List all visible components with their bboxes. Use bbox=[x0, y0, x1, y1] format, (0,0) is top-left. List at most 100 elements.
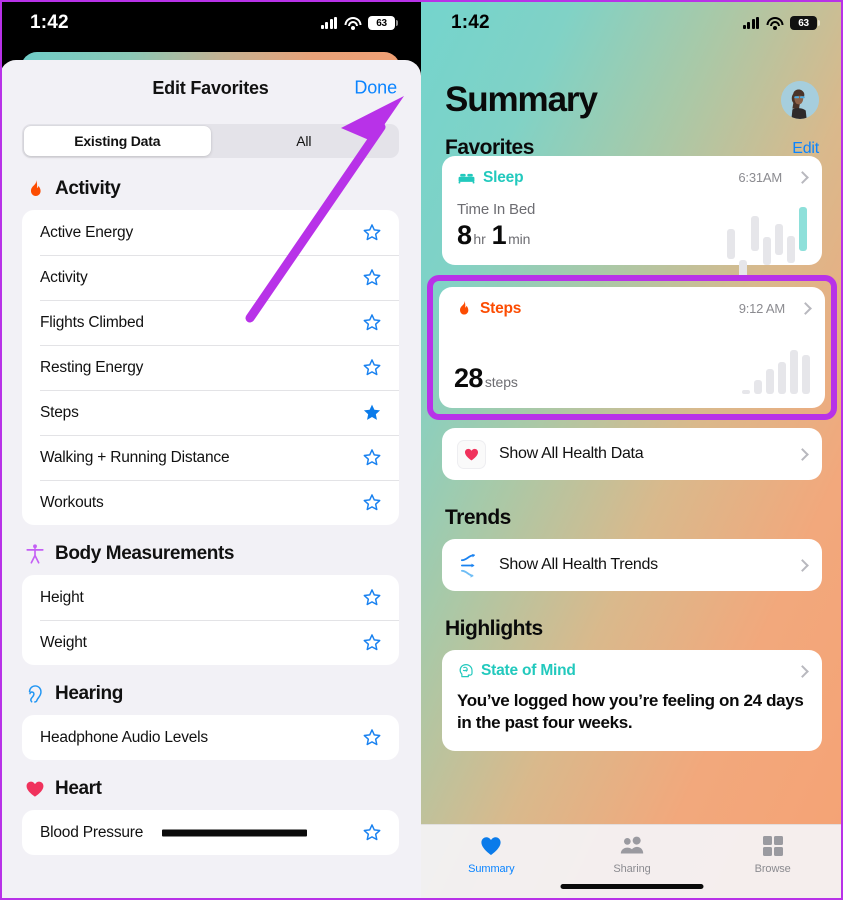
summary-scroll-area[interactable]: Sleep 6:31AM Time In Bed 8 hr 1 min Step… bbox=[421, 156, 843, 900]
battery-icon: 63 bbox=[368, 16, 398, 30]
category-title: Activity bbox=[55, 178, 121, 199]
data-row[interactable]: Height bbox=[22, 575, 399, 620]
star-outline-icon[interactable] bbox=[361, 222, 383, 244]
star-outline-icon[interactable] bbox=[361, 312, 383, 334]
favorite-card-steps[interactable]: Steps 9:12 AM 28 steps bbox=[439, 287, 825, 408]
battery-level: 63 bbox=[798, 17, 809, 29]
star-outline-icon[interactable] bbox=[361, 357, 383, 379]
steps-card-header: Steps 9:12 AM bbox=[454, 299, 812, 318]
ear-icon bbox=[28, 685, 42, 703]
battery-level: 63 bbox=[376, 17, 387, 29]
edit-favorites-sheet: Edit Favorites Done Existing Data All Ac… bbox=[0, 60, 421, 900]
show-all-health-data-row[interactable]: Show All Health Data bbox=[442, 428, 822, 480]
chart-bar bbox=[754, 380, 762, 394]
left-status-bar: 1:42 63 bbox=[0, 0, 421, 46]
heart-icon bbox=[26, 781, 44, 797]
chart-bar bbox=[727, 229, 735, 259]
data-row[interactable]: Resting Energy bbox=[22, 345, 399, 390]
segment-existing-data[interactable]: Existing Data bbox=[24, 126, 211, 156]
sleep-metric-label: Time In Bed bbox=[457, 201, 536, 218]
steps-card-title: Steps bbox=[480, 299, 522, 317]
segmented-control[interactable]: Existing Data All bbox=[22, 124, 399, 158]
tab-bar: Summary Sharing Browse bbox=[421, 824, 843, 900]
sheet-nav-bar: Edit Favorites Done bbox=[0, 60, 421, 116]
status-indicators: 63 bbox=[742, 16, 820, 30]
tab-summary[interactable]: Summary bbox=[421, 834, 562, 900]
tab-summary-label: Summary bbox=[468, 863, 515, 875]
brain-head-icon bbox=[459, 664, 473, 678]
chart-bar bbox=[763, 237, 771, 265]
data-row[interactable]: Headphone Audio Levels bbox=[22, 715, 399, 760]
flame-icon bbox=[30, 180, 41, 196]
status-time: 1:42 bbox=[30, 12, 69, 33]
highlight-card-state-of-mind[interactable]: State of Mind You’ve logged how you’re f… bbox=[442, 650, 822, 751]
category-header-hearing: Hearing bbox=[22, 665, 399, 715]
show-all-health-data-label: Show All Health Data bbox=[499, 445, 644, 462]
star-outline-icon[interactable] bbox=[361, 447, 383, 469]
data-row[interactable]: Walking + Running Distance bbox=[22, 435, 399, 480]
data-row[interactable]: Blood Pressure bbox=[22, 810, 399, 855]
favorite-card-sleep[interactable]: Sleep 6:31AM Time In Bed 8 hr 1 min bbox=[442, 156, 822, 279]
star-outline-icon[interactable] bbox=[361, 267, 383, 289]
sleep-minutes-unit: min bbox=[508, 231, 531, 247]
data-row-label: Walking + Running Distance bbox=[40, 448, 230, 466]
tab-browse-label: Browse bbox=[754, 863, 791, 875]
chart-bar bbox=[751, 216, 759, 251]
done-button[interactable]: Done bbox=[354, 78, 397, 99]
star-outline-icon[interactable] bbox=[361, 822, 383, 844]
body-figure-icon bbox=[26, 544, 44, 564]
people-icon bbox=[620, 836, 644, 854]
star-outline-icon[interactable] bbox=[361, 587, 383, 609]
bed-icon bbox=[458, 173, 475, 184]
show-all-health-trends-row[interactable]: Show All Health Trends bbox=[442, 539, 822, 591]
data-row[interactable]: Workouts bbox=[22, 480, 399, 525]
segment-all[interactable]: All bbox=[211, 126, 398, 156]
chevron-right-icon bbox=[799, 302, 812, 315]
category-header-activity: Activity bbox=[22, 160, 399, 210]
right-status-bar: 1:42 63 bbox=[421, 0, 843, 46]
category-title: Body Measurements bbox=[55, 543, 235, 564]
sleep-card-title: Sleep bbox=[483, 168, 524, 186]
sleep-value: 8 hr 1 min bbox=[457, 220, 727, 251]
sleep-hours-unit: hr bbox=[473, 231, 486, 247]
data-row[interactable]: Active Energy bbox=[22, 210, 399, 255]
cellular-signal-icon bbox=[320, 17, 337, 29]
data-row[interactable]: Activity bbox=[22, 255, 399, 300]
section-title-highlights: Highlights bbox=[445, 617, 543, 640]
avatar[interactable] bbox=[781, 81, 819, 119]
tab-browse[interactable]: Browse bbox=[702, 834, 843, 900]
grid-icon bbox=[762, 836, 783, 856]
data-row-label: Weight bbox=[40, 633, 87, 651]
star-outline-icon[interactable] bbox=[361, 727, 383, 749]
star-outline-icon[interactable] bbox=[361, 632, 383, 654]
sleep-card-body: Time In Bed 8 hr 1 min bbox=[457, 201, 807, 279]
sleep-card-header: Sleep 6:31AM bbox=[457, 168, 809, 187]
data-row[interactable]: Weight bbox=[22, 620, 399, 665]
categories-scroll-area[interactable]: Activity Active Energy Activity Flights … bbox=[0, 160, 421, 900]
home-indicator bbox=[560, 884, 704, 889]
chevron-right-icon bbox=[796, 664, 809, 678]
star-filled-icon[interactable] bbox=[361, 402, 383, 424]
show-all-health-trends-label: Show All Health Trends bbox=[499, 556, 658, 573]
wifi-icon bbox=[766, 16, 783, 30]
sleep-mini-chart bbox=[727, 203, 807, 279]
wifi-icon bbox=[344, 16, 361, 30]
steps-highlight-annotation: Steps 9:12 AM 28 steps bbox=[427, 275, 837, 420]
right-phone-screen: 1:42 63 Summary Favorites Edit Sleep 6:3… bbox=[421, 0, 843, 900]
data-row-label: Steps bbox=[40, 403, 79, 421]
category-title: Hearing bbox=[55, 683, 123, 704]
data-row[interactable]: Steps bbox=[22, 390, 399, 435]
tab-sharing-label: Sharing bbox=[613, 863, 651, 875]
category-list-activity: Active Energy Activity Flights Climbed R… bbox=[22, 210, 399, 525]
star-outline-icon[interactable] bbox=[361, 492, 383, 514]
category-list-heart: Blood Pressure bbox=[22, 810, 399, 855]
chart-bar bbox=[802, 355, 810, 394]
screenshot-root: 1:42 63 Edit Favorites Done Existing Dat… bbox=[0, 0, 843, 900]
tab-sharing[interactable]: Sharing bbox=[562, 834, 703, 900]
steps-card-time: 9:12 AM bbox=[738, 301, 785, 316]
heart-icon bbox=[481, 837, 501, 855]
data-row[interactable]: Flights Climbed bbox=[22, 300, 399, 345]
data-row-label: Headphone Audio Levels bbox=[40, 728, 208, 746]
data-row-label: Height bbox=[40, 588, 84, 606]
avatar-photo bbox=[781, 81, 819, 119]
